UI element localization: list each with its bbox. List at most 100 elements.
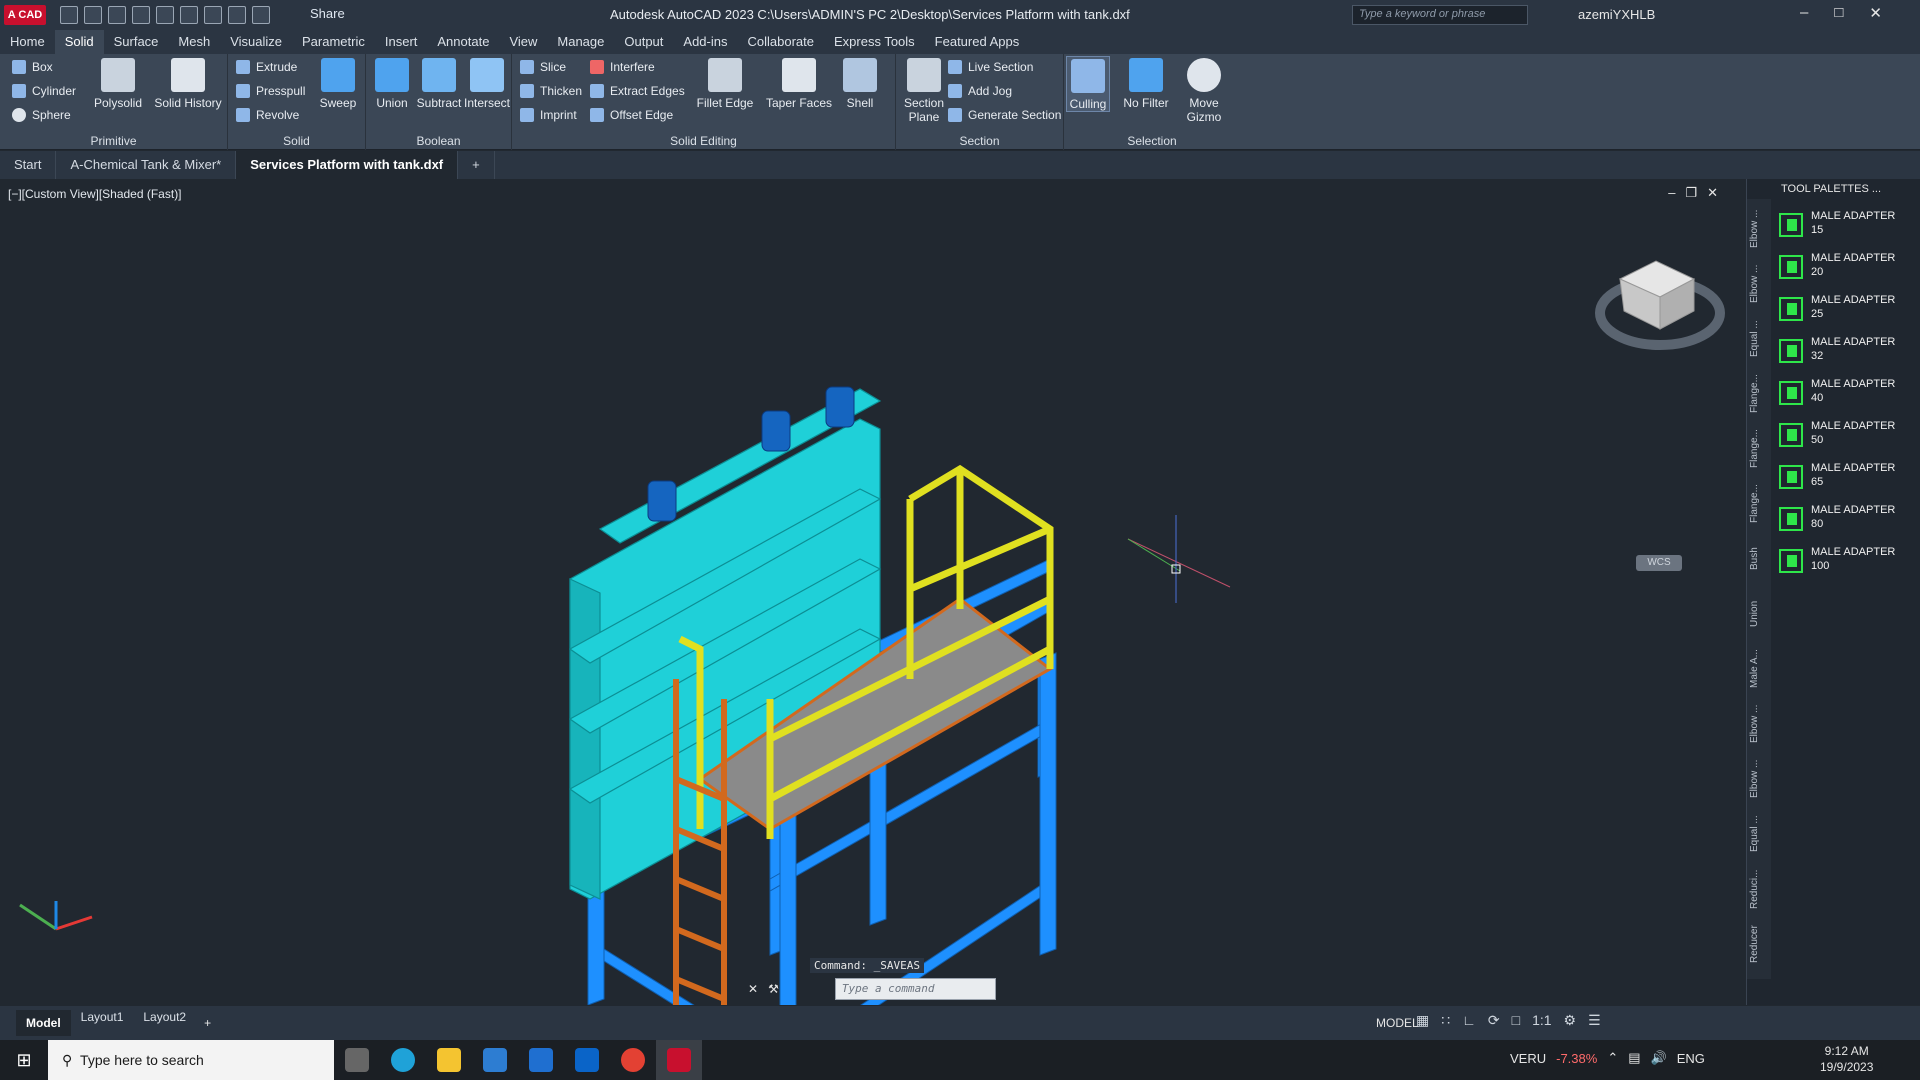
shell-button[interactable]: Shell xyxy=(838,58,882,110)
box-button[interactable]: Box xyxy=(12,60,53,74)
menu-icon[interactable]: ☰ xyxy=(1588,1012,1601,1029)
palette-item-male-adapter[interactable]: MALE ADAPTER 100 xyxy=(1777,543,1917,583)
ribbon-tab-mesh[interactable]: Mesh xyxy=(168,30,220,54)
save-as-icon[interactable] xyxy=(132,6,150,24)
ribbon-tab-manage[interactable]: Manage xyxy=(547,30,614,54)
palette-tab[interactable]: Elbow ... xyxy=(1749,698,1769,750)
ribbon-tab-insert[interactable]: Insert xyxy=(375,30,428,54)
ribbon-tab-parametric[interactable]: Parametric xyxy=(292,30,375,54)
ribbon-tab-annotate[interactable]: Annotate xyxy=(427,30,499,54)
solid-history-button[interactable]: Solid History xyxy=(152,58,224,110)
palette-tab[interactable]: Male A... xyxy=(1749,643,1769,695)
layout-tab-model[interactable]: Model xyxy=(16,1010,71,1036)
palette-item-male-adapter[interactable]: MALE ADAPTER 80 xyxy=(1777,501,1917,541)
undo-icon[interactable] xyxy=(228,6,246,24)
live-section-button[interactable]: Live Section xyxy=(948,60,1033,74)
palette-item-male-adapter[interactable]: MALE ADAPTER 15 xyxy=(1777,207,1917,247)
imprint-button[interactable]: Imprint xyxy=(520,108,577,122)
polar-icon[interactable]: ⟳ xyxy=(1488,1012,1500,1029)
palette-item-male-adapter[interactable]: MALE ADAPTER 40 xyxy=(1777,375,1917,415)
ribbon-tab-solid[interactable]: Solid xyxy=(54,30,104,54)
model-space-toggle[interactable]: MODEL xyxy=(1376,1016,1419,1030)
gear-icon[interactable]: ⚙ xyxy=(1564,1012,1577,1029)
thicken-button[interactable]: Thicken xyxy=(520,84,582,98)
osnap-icon[interactable]: □ xyxy=(1512,1012,1520,1029)
close-command-icon[interactable]: ✕ xyxy=(748,982,758,996)
offset-edge-button[interactable]: Offset Edge xyxy=(590,108,673,122)
ribbon-tab-surface[interactable]: Surface xyxy=(104,30,169,54)
edge-button[interactable] xyxy=(380,1040,426,1080)
add-jog-button[interactable]: Add Jog xyxy=(948,84,1012,98)
palette-item-male-adapter[interactable]: MALE ADAPTER 65 xyxy=(1777,459,1917,499)
palette-tab[interactable]: Flange... xyxy=(1749,368,1769,420)
chrome-button[interactable] xyxy=(610,1040,656,1080)
outlook-button[interactable] xyxy=(564,1040,610,1080)
extrude-button[interactable]: Extrude xyxy=(236,60,297,74)
close-icon[interactable]: ✕ xyxy=(1869,4,1882,22)
restore-icon[interactable]: □ xyxy=(1834,4,1843,22)
ribbon-tab-featured-apps[interactable]: Featured Apps xyxy=(925,30,1030,54)
extract-edges-button[interactable]: Extract Edges xyxy=(590,84,685,98)
open-icon[interactable] xyxy=(84,6,102,24)
ribbon-tab-express-tools[interactable]: Express Tools xyxy=(824,30,925,54)
ribbon-tab-visualize[interactable]: Visualize xyxy=(220,30,292,54)
generate-section-button[interactable]: Generate Section xyxy=(948,108,1061,122)
minimize-icon[interactable]: – xyxy=(1800,4,1808,22)
sweep-button[interactable]: Sweep xyxy=(314,58,362,110)
ribbon-tab-view[interactable]: View xyxy=(499,30,547,54)
palette-tab[interactable]: Flange... xyxy=(1749,478,1769,530)
intersect-button[interactable]: Intersect xyxy=(462,58,512,110)
palette-item-male-adapter[interactable]: MALE ADAPTER 32 xyxy=(1777,333,1917,373)
mail-button[interactable] xyxy=(518,1040,564,1080)
autocad-logo-icon[interactable]: A CAD xyxy=(4,5,46,25)
command-input[interactable]: Type a command xyxy=(834,978,996,1000)
explorer-button[interactable] xyxy=(426,1040,472,1080)
layout-tab-layout2[interactable]: Layout2 xyxy=(133,1010,196,1036)
snap-icon[interactable]: ∷ xyxy=(1441,1012,1450,1029)
share-button[interactable]: Share xyxy=(310,6,345,21)
wcs-menu[interactable]: WCS xyxy=(1636,555,1682,571)
doc-tab-0[interactable]: Start xyxy=(0,151,57,179)
annotation-scale[interactable]: 1:1 xyxy=(1532,1012,1551,1029)
add-layout-icon[interactable]: + xyxy=(204,1016,211,1030)
save-web-icon[interactable] xyxy=(180,6,198,24)
redo-icon[interactable] xyxy=(252,6,270,24)
palette-item-male-adapter[interactable]: MALE ADAPTER 50 xyxy=(1777,417,1917,457)
subtract-button[interactable]: Subtract xyxy=(414,58,464,110)
palette-tab[interactable]: Equal ... xyxy=(1749,808,1769,860)
taskbar-search[interactable]: ⚲ Type here to search xyxy=(48,1040,334,1080)
store-button[interactable] xyxy=(472,1040,518,1080)
palette-tab[interactable]: Equal ... xyxy=(1749,313,1769,365)
palette-tab[interactable]: Reducer xyxy=(1749,918,1769,970)
revolve-button[interactable]: Revolve xyxy=(236,108,299,122)
no-filter-button[interactable]: No Filter xyxy=(1118,58,1174,110)
stock-name[interactable]: VERU xyxy=(1510,1051,1546,1066)
viewcube-icon[interactable] xyxy=(1595,260,1725,350)
palette-item-male-adapter[interactable]: MALE ADAPTER 25 xyxy=(1777,291,1917,331)
clock[interactable]: 9:12 AM 19/9/2023 xyxy=(1820,1043,1873,1075)
chevron-up-icon[interactable]: ⌃ xyxy=(1607,1050,1618,1066)
palette-tab[interactable]: Reduci... xyxy=(1749,863,1769,915)
union-button[interactable]: Union xyxy=(370,58,414,110)
task-view-button[interactable] xyxy=(334,1040,380,1080)
slice-button[interactable]: Slice xyxy=(520,60,566,74)
new-tab-icon[interactable]: + xyxy=(458,151,495,179)
autocad-taskbar-button[interactable] xyxy=(656,1040,702,1080)
polysolid-button[interactable]: Polysolid xyxy=(90,58,146,110)
ortho-icon[interactable]: ∟ xyxy=(1462,1012,1476,1029)
palette-tab[interactable]: Elbow ... xyxy=(1749,203,1769,255)
interfere-button[interactable]: Interfere xyxy=(590,60,655,74)
open-web-icon[interactable] xyxy=(156,6,174,24)
new-icon[interactable] xyxy=(60,6,78,24)
ribbon-tab-collaborate[interactable]: Collaborate xyxy=(737,30,824,54)
move-gizmo-button[interactable]: Move Gizmo xyxy=(1178,58,1230,124)
culling-button[interactable]: Culling xyxy=(1066,56,1110,112)
section-plane-button[interactable]: Section Plane xyxy=(900,58,948,124)
plot-icon[interactable] xyxy=(204,6,222,24)
presspull-button[interactable]: Presspull xyxy=(236,84,305,98)
palette-tab[interactable]: Elbow ... xyxy=(1749,753,1769,805)
grid-icon[interactable]: ▦ xyxy=(1416,1012,1429,1029)
palette-item-male-adapter[interactable]: MALE ADAPTER 20 xyxy=(1777,249,1917,289)
save-icon[interactable] xyxy=(108,6,126,24)
palette-tab[interactable]: Elbow ... xyxy=(1749,258,1769,310)
